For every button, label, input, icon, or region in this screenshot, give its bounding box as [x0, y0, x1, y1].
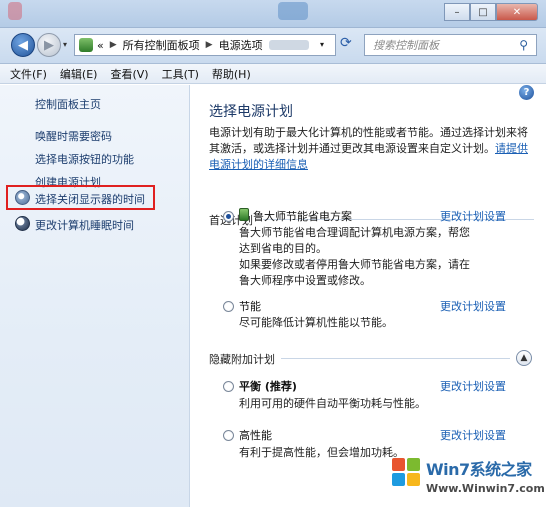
- watermark-url: Www.Winwin7.com: [426, 482, 545, 495]
- help-icon[interactable]: ?: [519, 85, 534, 100]
- hidden-plans-heading[interactable]: 隐藏附加计划: [209, 351, 275, 367]
- minimize-button[interactable]: –: [444, 3, 470, 21]
- moon-icon: [15, 216, 30, 231]
- change-plan-settings-link-ludashi[interactable]: 更改计划设置: [440, 208, 506, 224]
- plan-desc-ludashi-2: 如果要修改或者停用鲁大师节能省电方案，请在鲁大师程序中设置或修改。: [239, 258, 470, 287]
- change-plan-settings-link-balanced[interactable]: 更改计划设置: [440, 378, 506, 394]
- title-bar: – □ ✕: [0, 0, 546, 28]
- control-panel-home-link[interactable]: 控制面板主页: [35, 96, 101, 112]
- search-input[interactable]: 搜索控制面板 ⚲: [364, 34, 537, 56]
- collapse-chevron-up-icon[interactable]: ▲: [516, 350, 532, 366]
- task-pane: 控制面板主页 唤醒时需要密码 选择电源按钮的功能 创建电源计划 选择关闭显示器的…: [0, 85, 190, 507]
- sidebar-item-power-buttons[interactable]: 选择电源按钮的功能: [35, 151, 134, 167]
- breadcrumb-overflow[interactable]: «: [97, 39, 104, 52]
- chevron-right-icon: ▶: [109, 40, 117, 50]
- control-panel-icon: [79, 38, 93, 52]
- breadcrumb-power-options[interactable]: 电源选项: [219, 37, 263, 53]
- plan-desc-power-saver: 尽可能降低计算机性能以节能。: [239, 316, 393, 329]
- close-button[interactable]: ✕: [496, 3, 538, 21]
- main-content: ? 选择电源计划 电源计划有助于最大化计算机的性能或者节能。通过选择计划来将其激…: [191, 85, 546, 507]
- change-plan-settings-link-high-performance[interactable]: 更改计划设置: [440, 427, 506, 443]
- page-title: 选择电源计划: [209, 104, 293, 120]
- menu-view[interactable]: 查看(V): [110, 66, 148, 82]
- page-description: 电源计划有助于最大化计算机的性能或者节能。通过选择计划来将其激活，或选择计划并通…: [209, 125, 529, 173]
- menu-edit[interactable]: 编辑(E): [60, 66, 98, 82]
- blurred-region: [268, 40, 309, 50]
- highlight-box: [6, 185, 155, 210]
- menu-file[interactable]: 文件(F): [10, 66, 47, 82]
- recent-pages-dropdown-icon[interactable]: ▾: [63, 40, 67, 49]
- back-button[interactable]: ◀: [11, 33, 35, 57]
- plan-desc-balanced: 利用可用的硬件自动平衡功耗与性能。: [239, 397, 426, 410]
- search-icon[interactable]: ⚲: [519, 38, 528, 52]
- sidebar-item-require-password[interactable]: 唤醒时需要密码: [35, 128, 112, 144]
- description-text: 电源计划有助于最大化计算机的性能或者节能。通过选择计划来将其激活，或选择计划并通…: [209, 126, 528, 155]
- blurred-icon: [8, 2, 22, 20]
- address-bar[interactable]: « ▶ 所有控制面板项 ▶ 电源选项: [74, 34, 336, 56]
- plan-radio-balanced[interactable]: [223, 381, 234, 392]
- plan-name-ludashi[interactable]: 鲁大师节能省电方案: [253, 208, 352, 224]
- change-plan-settings-link-power-saver[interactable]: 更改计划设置: [440, 298, 506, 314]
- plan-name-power-saver[interactable]: 节能: [239, 298, 261, 314]
- maximize-button[interactable]: □: [470, 3, 496, 21]
- plan-name-high-performance[interactable]: 高性能: [239, 427, 272, 443]
- menu-tools[interactable]: 工具(T): [162, 66, 199, 82]
- windows-logo-icon: [392, 458, 422, 488]
- chevron-right-icon[interactable]: ▶: [206, 40, 213, 50]
- blurred-icon: [278, 2, 308, 20]
- watermark-brand: Win7系统之家: [426, 460, 532, 479]
- plan-name-balanced[interactable]: 平衡 (推荐): [239, 378, 297, 394]
- refresh-icon[interactable]: ⟳: [340, 35, 352, 51]
- address-dropdown-icon[interactable]: ▾: [320, 40, 324, 49]
- watermark: Win7系统之家 Www.Winwin7.com: [392, 452, 545, 504]
- address-row: ◀ ▶ ▾ « ▶ 所有控制面板项 ▶ 电源选项 ▾ ⟳ 搜索控制面板 ⚲: [0, 28, 546, 64]
- window-controls: – □ ✕: [444, 3, 538, 21]
- menu-bar: 文件(F) 编辑(E) 查看(V) 工具(T) 帮助(H): [0, 64, 546, 84]
- search-placeholder: 搜索控制面板: [373, 39, 439, 52]
- plan-radio-ludashi[interactable]: [223, 211, 234, 222]
- sidebar-item-sleep-time[interactable]: 更改计算机睡眠时间: [35, 217, 134, 233]
- plan-radio-power-saver[interactable]: [223, 301, 234, 312]
- plan-desc-ludashi-1: 鲁大师节能省电合理调配计算机电源方案，帮您达到省电的目的。: [239, 226, 470, 255]
- forward-button[interactable]: ▶: [37, 33, 61, 57]
- battery-plan-icon: [239, 208, 249, 221]
- menu-help[interactable]: 帮助(H): [212, 66, 251, 82]
- divider: [281, 358, 510, 359]
- plan-radio-high-performance[interactable]: [223, 430, 234, 441]
- breadcrumb-all-items[interactable]: 所有控制面板项: [123, 37, 200, 53]
